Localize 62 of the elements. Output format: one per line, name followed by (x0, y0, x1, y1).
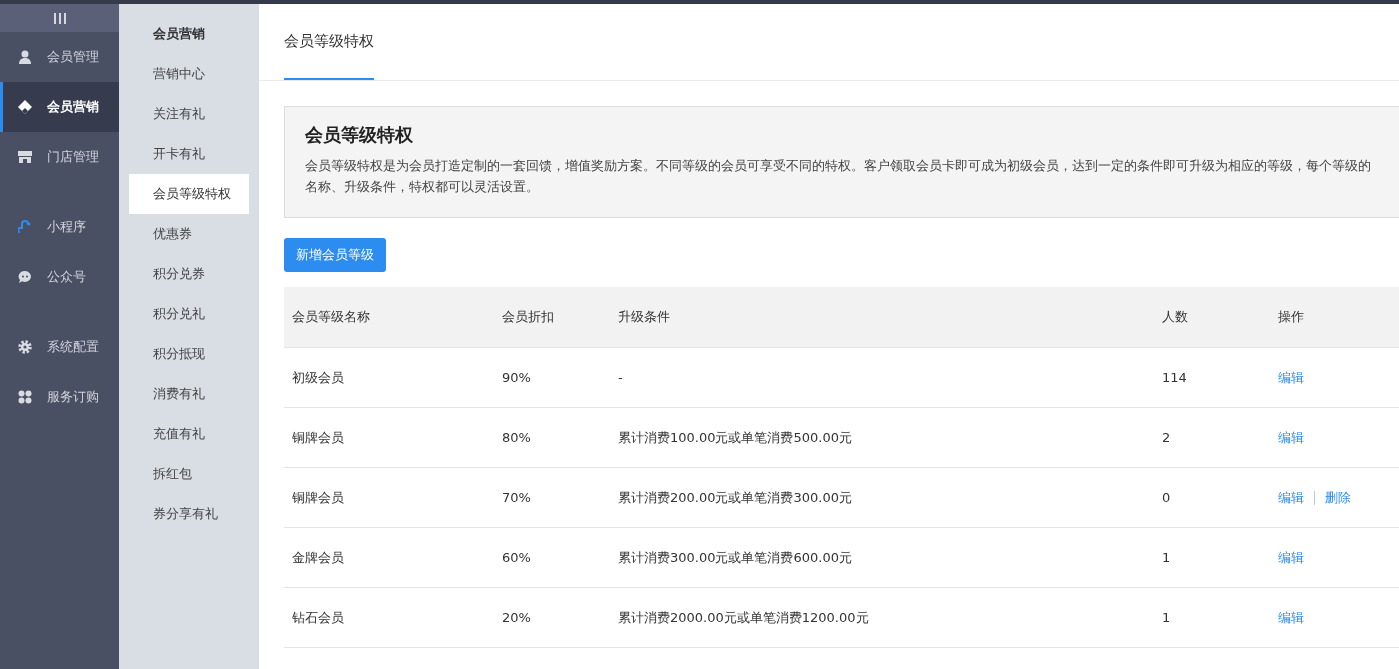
sub-nav-item[interactable]: 拆红包 (129, 454, 249, 494)
info-text: 会员等级特权是为会员打造定制的一套回馈，增值奖励方案。不同等级的会员可享受不同的特权。客户领取会员卡即可成为初级会员，达到一定的条件即可升级为相应的等级，每个等级的名称、升级条件，特权都可以灵活设置。 (305, 157, 1372, 196)
table-cell: 60% (494, 527, 610, 588)
edit-link[interactable]: 编辑 (1278, 369, 1304, 385)
table-cell: 0 (1154, 467, 1270, 528)
table-cell: 90% (494, 347, 610, 408)
diamond-icon (18, 100, 32, 114)
table-cell: 铜牌会员 (284, 467, 494, 528)
column-header: 人数 (1154, 287, 1270, 348)
table-cell: 累计消费200.00元或单笔消费300.00元 (610, 467, 1154, 528)
table-cell: 70% (494, 467, 610, 528)
edit-link[interactable]: 编辑 (1278, 609, 1304, 625)
table-cell: 114 (1154, 347, 1270, 408)
sub-nav-item[interactable]: 关注有礼 (129, 94, 249, 134)
column-header: 升级条件 (610, 287, 1154, 348)
person-icon (18, 50, 32, 64)
sub-nav-item[interactable]: 积分抵现 (129, 334, 249, 374)
table-cell: 初级会员 (284, 347, 494, 408)
edit-link[interactable]: 编辑 (1278, 549, 1304, 565)
sub-nav-item[interactable]: 券分享有礼 (129, 494, 249, 534)
nav-item[interactable]: 系统配置 (0, 322, 119, 372)
sub-nav-item[interactable]: 积分兑礼 (129, 294, 249, 334)
column-header: 会员等级名称 (284, 287, 494, 348)
edit-link[interactable]: 编辑 (1278, 489, 1304, 505)
sub-nav-item[interactable]: 开卡有礼 (129, 134, 249, 174)
delete-link[interactable]: 删除 (1325, 489, 1351, 505)
table-cell: 铜牌会员 (284, 407, 494, 468)
nav-item[interactable]: 门店管理 (0, 132, 119, 182)
info-title: 会员等级特权 (305, 123, 414, 147)
grid-icon (18, 390, 32, 404)
tab[interactable]: 会员等级特权 (284, 4, 374, 80)
nav-item[interactable]: 会员管理 (0, 32, 119, 82)
table-cell: 20% (494, 587, 610, 648)
sub-nav-item[interactable]: 充值有礼 (129, 414, 249, 454)
sub-nav-item[interactable]: 积分兑券 (129, 254, 249, 294)
edit-link[interactable]: 编辑 (1278, 429, 1304, 445)
table-cell: - (610, 347, 1154, 408)
nav-item[interactable]: 会员营销 (0, 82, 119, 132)
sub-nav-item[interactable]: 优惠券 (129, 214, 249, 254)
table-cell: 累计消费300.00元或单笔消费600.00元 (610, 527, 1154, 588)
gear-icon (18, 340, 32, 354)
table-cell: 钻石会员 (284, 587, 494, 648)
menu-icon[interactable] (52, 12, 67, 24)
column-header: 操作 (1270, 287, 1399, 348)
section-heading: 会员营销 (152, 25, 206, 43)
nav-item[interactable]: 小程序 (0, 202, 119, 252)
link-icon (18, 220, 32, 234)
table-cell: 累计消费2000.00元或单笔消费1200.00元 (610, 587, 1154, 648)
table-cell: 1 (1154, 527, 1270, 588)
table-cell: 金牌会员 (284, 527, 494, 588)
sub-nav-item[interactable]: 消费有礼 (129, 374, 249, 414)
chat-icon (18, 270, 32, 284)
nav-item[interactable]: 服务订购 (0, 372, 119, 422)
table-cell: 1 (1154, 587, 1270, 648)
column-header: 会员折扣 (494, 287, 610, 348)
table-cell: 2 (1154, 407, 1270, 468)
store-icon (18, 150, 32, 164)
sub-nav-item[interactable]: 营销中心 (129, 54, 249, 94)
table-cell: 80% (494, 407, 610, 468)
nav-item[interactable]: 公众号 (0, 252, 119, 302)
table-cell: 累计消费100.00元或单笔消费500.00元 (610, 407, 1154, 468)
sub-nav-item[interactable]: 会员等级特权 (129, 174, 249, 214)
